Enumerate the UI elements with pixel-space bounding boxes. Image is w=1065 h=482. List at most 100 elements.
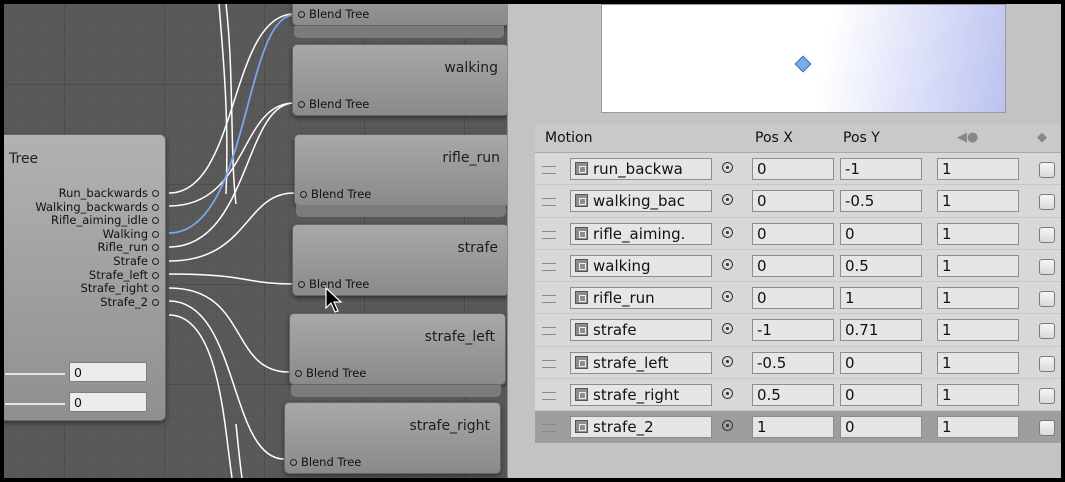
output-port[interactable]: Rifle_run [35, 241, 159, 255]
speed-field[interactable]: 1 [937, 222, 1019, 245]
pos-y-field[interactable]: 1 [840, 287, 922, 310]
blend-preview[interactable] [601, 4, 1006, 113]
mirror-checkbox[interactable] [1039, 194, 1055, 211]
pos-y-field[interactable]: 0.5 [840, 254, 922, 277]
child-node[interactable]: strafe_right Blend Tree [284, 402, 501, 474]
child-node[interactable]: strafe_left Blend Tree [289, 313, 506, 385]
speed-field[interactable]: 1 [937, 384, 1019, 407]
table-row[interactable]: strafe_right 0.5 0 1 [535, 379, 1061, 412]
drag-handle-icon[interactable] [542, 327, 556, 336]
port-dot-icon[interactable] [152, 244, 159, 252]
speed-field[interactable]: 1 [937, 416, 1019, 439]
output-port[interactable]: Strafe [35, 254, 159, 269]
port-dot-icon[interactable] [152, 285, 159, 293]
motion-field[interactable]: strafe_2 [570, 416, 712, 439]
mirror-checkbox[interactable] [1039, 291, 1055, 308]
port-dot-icon[interactable] [298, 281, 305, 288]
speed-field[interactable]: 1 [937, 158, 1019, 180]
speed-field[interactable]: 1 [937, 351, 1019, 374]
mirror-checkbox[interactable] [1039, 388, 1055, 405]
pos-y-field[interactable]: 0 [840, 351, 922, 374]
pos-y-field[interactable]: 0 [840, 222, 922, 245]
table-row[interactable]: run_backwa 0 -1 1 [535, 153, 1061, 186]
object-picker-icon[interactable] [722, 162, 733, 173]
object-picker-icon[interactable] [722, 226, 733, 238]
table-row[interactable]: rifle_aiming. 0 0 1 [535, 217, 1061, 250]
table-row[interactable]: walking_bac 0 -0.5 1 [535, 185, 1061, 218]
mirror-checkbox[interactable] [1039, 323, 1055, 340]
object-picker-icon[interactable] [722, 420, 733, 432]
speed-field[interactable]: 1 [937, 254, 1019, 277]
motion-field[interactable]: rifle_aiming. [570, 222, 712, 245]
node-input[interactable]: Blend Tree [298, 7, 369, 21]
motion-field[interactable]: walking_bac [570, 190, 712, 213]
speed-field[interactable]: 1 [937, 319, 1019, 342]
motion-field[interactable]: strafe [570, 319, 712, 342]
port-dot-icon[interactable] [300, 191, 307, 198]
blend-tree-node[interactable]: Tree Run_backwards Walking_backwards Rif… [4, 134, 166, 421]
parameter-slider[interactable] [5, 373, 65, 375]
drag-handle-icon[interactable] [542, 230, 556, 239]
pos-y-field[interactable]: 0 [840, 416, 922, 439]
motion-field[interactable]: strafe_right [570, 384, 712, 407]
table-row[interactable]: strafe_left -0.5 0 1 [535, 346, 1061, 380]
output-port[interactable]: Strafe_2 [35, 295, 159, 310]
child-node[interactable]: Blend Tree [292, 4, 507, 26]
object-picker-icon[interactable] [722, 258, 733, 270]
pos-y-field[interactable]: 0.71 [840, 319, 922, 342]
port-dot-icon[interactable] [298, 101, 305, 108]
drag-handle-icon[interactable] [542, 392, 556, 401]
mirror-checkbox[interactable] [1039, 355, 1055, 372]
object-picker-icon[interactable] [722, 291, 733, 303]
pos-x-field[interactable]: 0 [752, 254, 834, 277]
output-port[interactable]: Rifle_aiming_idle [35, 213, 159, 228]
node-input[interactable]: Blend Tree [300, 187, 371, 201]
table-row[interactable]: rifle_run 0 1 1 [535, 282, 1061, 315]
pos-x-field[interactable]: 0 [752, 190, 834, 213]
speed-field[interactable]: 1 [937, 287, 1019, 310]
drag-handle-icon[interactable] [542, 359, 556, 368]
mirror-checkbox[interactable] [1039, 420, 1055, 437]
animator-graph[interactable]: Tree Run_backwards Walking_backwards Rif… [4, 4, 507, 478]
speed-field[interactable]: 1 [937, 190, 1019, 213]
port-dot-icon[interactable] [152, 203, 159, 211]
node-input[interactable]: Blend Tree [295, 366, 366, 380]
port-dot-icon[interactable] [152, 217, 159, 225]
table-row[interactable]: walking 0 0.5 1 [535, 249, 1061, 283]
pos-x-field[interactable]: 0.5 [752, 384, 834, 407]
output-port[interactable]: Walking [35, 227, 159, 242]
motion-field[interactable]: rifle_run [570, 287, 712, 310]
port-dot-icon[interactable] [152, 190, 159, 197]
child-node[interactable]: rifle_run Blend Tree [294, 134, 507, 206]
node-input[interactable]: Blend Tree [290, 455, 361, 469]
output-port[interactable]: Run_backwards [35, 186, 159, 201]
motion-field[interactable]: run_backwa [570, 158, 712, 180]
mirror-checkbox[interactable] [1039, 226, 1055, 243]
port-dot-icon[interactable] [152, 271, 159, 279]
port-dot-icon[interactable] [290, 459, 297, 466]
port-dot-icon[interactable] [295, 370, 302, 377]
motion-field[interactable]: strafe_left [570, 351, 712, 374]
object-picker-icon[interactable] [722, 355, 733, 367]
pos-x-field[interactable]: 1 [752, 416, 834, 439]
blend-point[interactable] [794, 55, 812, 73]
output-port[interactable]: Walking_backwards [35, 200, 159, 215]
drag-handle-icon[interactable] [542, 295, 556, 304]
drag-handle-icon[interactable] [542, 198, 556, 207]
pos-x-field[interactable]: 0 [752, 158, 834, 180]
port-dot-icon[interactable] [298, 11, 305, 18]
port-dot-icon[interactable] [152, 230, 159, 238]
pos-x-field[interactable]: 0 [752, 222, 834, 245]
drag-handle-icon[interactable] [542, 424, 556, 433]
pos-y-field[interactable]: 0 [840, 384, 922, 407]
motion-field[interactable]: walking [570, 254, 712, 277]
drag-handle-icon[interactable] [542, 166, 556, 174]
pos-y-field[interactable]: -1 [840, 158, 922, 180]
object-picker-icon[interactable] [722, 323, 733, 335]
pos-x-field[interactable]: 0 [752, 287, 834, 310]
drag-handle-icon[interactable] [542, 262, 556, 271]
node-input[interactable]: Blend Tree [298, 97, 369, 111]
table-row[interactable]: strafe -1 0.71 1 [535, 314, 1061, 347]
object-picker-icon[interactable] [722, 194, 733, 206]
table-row-selected[interactable]: strafe_2 1 0 1 [535, 411, 1061, 444]
